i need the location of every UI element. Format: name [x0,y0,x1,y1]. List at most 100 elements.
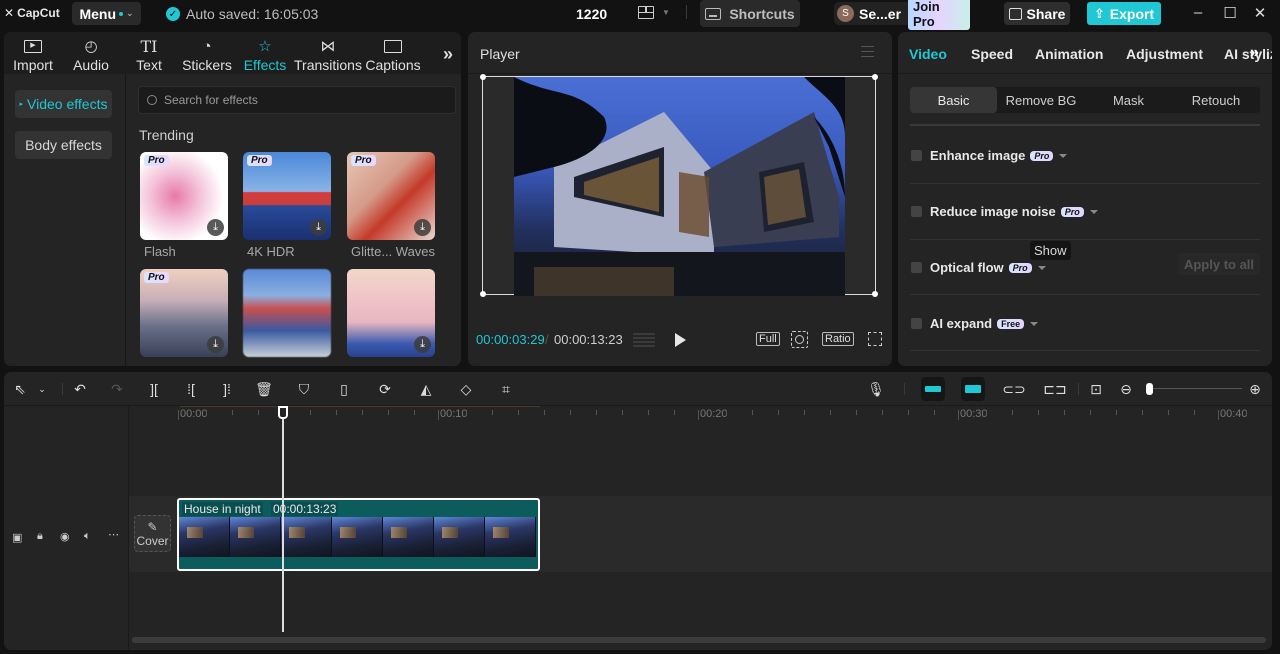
crop-icon[interactable]: ⌗ [498,381,514,397]
caret-down-icon[interactable] [1037,265,1046,270]
cover-button[interactable]: ✎ Cover [134,515,171,552]
tab-audio[interactable]: ◴ Audio [62,32,120,74]
category-body-effects[interactable]: Body effects [15,131,112,159]
minimize-button[interactable]: – [1188,4,1208,21]
tab-animation[interactable]: Animation [1035,46,1103,62]
delete-icon[interactable]: 🗑 [255,381,273,397]
track-video-icon[interactable]: ▣ [12,531,22,544]
zoom-focus-icon[interactable] [791,331,808,348]
mirror-icon[interactable]: ◭ [418,381,434,397]
download-icon[interactable]: ⤓ [414,336,431,353]
preview-axis-icon[interactable]: ⊏⊐ [1043,381,1066,397]
split-right-icon[interactable]: ]⁞ [219,381,235,397]
tab-effects[interactable]: ☆ Effects [236,32,294,74]
lock-icon[interactable]: 🔒︎ [37,530,43,543]
effect-thumb-diamond-zoom[interactable]: ⤓ [347,269,435,357]
tab-video[interactable]: Video [909,46,947,62]
download-icon[interactable]: ⤓ [414,219,431,236]
chevron-down-icon[interactable]: ⌄ [34,381,50,397]
menu-icon[interactable] [861,46,874,57]
resize-handle[interactable] [480,291,486,297]
effect-thumb-blur[interactable] [243,269,331,357]
video-clip[interactable]: House in night 00:00:13:23 [177,498,540,571]
select-tool-icon[interactable]: ⇖ [12,381,28,397]
playhead-handle[interactable] [278,406,288,419]
split-icon[interactable]: ][ [146,381,162,397]
zoom-out-icon[interactable]: ⊖ [1118,381,1134,397]
subtab-retouch[interactable]: Retouch [1172,87,1260,113]
resize-handle[interactable] [872,291,878,297]
share-button[interactable]: Share [1004,2,1070,25]
zoom-fit-icon[interactable]: ⊡ [1088,381,1104,397]
marker-icon[interactable]: ⛉ [296,381,312,397]
layout-button[interactable]: ▼ [638,5,687,19]
main-track-magnet-button[interactable] [921,377,945,401]
download-icon[interactable]: ⤓ [207,219,224,236]
shortcuts-button[interactable]: Shortcuts [700,0,800,27]
enhance-image-checkbox[interactable] [911,150,922,161]
split-left-icon[interactable]: ⁞[ [183,381,199,397]
optical-flow-checkbox[interactable] [911,262,922,273]
link-icon[interactable]: ⊂⊃ [1002,381,1025,397]
more-icon[interactable]: ⋯ [108,528,119,541]
ai-expand-checkbox[interactable] [911,318,922,329]
close-button[interactable]: ✕ [1250,4,1270,22]
more-tabs-icon[interactable]: » [1250,44,1259,62]
tab-import[interactable]: ▶ Import [4,32,62,74]
effect-thumb-glitter-waves[interactable]: Pro ⤓ [347,152,435,240]
speaker-icon[interactable]: 🔈︎ [84,530,91,543]
tab-text[interactable]: TI Text [120,32,178,74]
project-name[interactable]: 1220 [576,6,607,22]
tab-speed[interactable]: Speed [971,46,1013,62]
effect-thumb-4k-hdr[interactable]: Pro ⤓ [243,152,331,240]
download-icon[interactable]: ⤓ [207,336,224,353]
ratio-button[interactable]: Ratio [822,332,854,346]
user-account[interactable]: S Se...er Join Pro [834,0,970,30]
zoom-slider-handle[interactable] [1146,383,1153,395]
rotate-icon[interactable]: ◇ [458,381,474,397]
resize-handle[interactable] [480,74,486,80]
tab-ai-stylize[interactable]: AI stylize [1224,46,1272,62]
tab-transitions[interactable]: ⋈ Transitions [294,32,362,74]
maximize-button[interactable]: ☐ [1220,4,1240,22]
ruler-major-tick [1218,410,1219,420]
apply-to-all-button[interactable]: Apply to all [1178,253,1260,275]
fullscreen-icon[interactable] [868,332,882,346]
caret-down-icon[interactable] [1059,153,1068,158]
tab-captions[interactable]: Captions [362,32,424,74]
tab-stickers[interactable]: ◔ Stickers [178,32,236,74]
full-button[interactable]: Full [756,332,780,346]
zoom-in-icon[interactable]: ⊕ [1247,381,1263,397]
frame-grid-icon[interactable] [633,333,655,347]
video-canvas[interactable] [480,74,878,297]
search-input[interactable]: Search for effects [138,86,456,114]
play-button[interactable] [675,333,686,347]
category-video-effects[interactable]: ▸ Video effects [15,90,112,118]
join-pro-button[interactable]: Join Pro [908,0,970,30]
effect-thumb-flash[interactable]: Pro ⤓ [140,152,228,240]
menu-button[interactable]: Menu ⌄ [72,2,141,25]
playhead-line[interactable] [282,417,284,632]
caret-down-icon[interactable] [1089,209,1098,214]
export-button[interactable]: ⇪ Export [1087,2,1161,25]
zoom-slider-track[interactable] [1150,388,1242,389]
auto-snap-button[interactable] [961,377,985,401]
tab-adjustment[interactable]: Adjustment [1126,46,1203,62]
subtab-mask[interactable]: Mask [1085,87,1172,113]
horizontal-scrollbar[interactable] [132,637,1266,643]
freeze-frame-icon[interactable]: ▯ [336,381,352,397]
undo-icon[interactable]: ↶ [72,381,88,397]
caret-down-icon[interactable] [1030,321,1039,326]
more-tabs-icon[interactable]: » [443,44,453,65]
microphone-icon[interactable]: 🎙 [867,381,885,397]
subtab-basic[interactable]: Basic [910,87,997,113]
reverse-icon[interactable]: ⟳ [377,381,393,397]
subtab-remove-bg[interactable]: Remove BG [997,87,1085,113]
effect-thumb-horizontal-darken[interactable]: Pro ⤓ [140,269,228,357]
resize-handle[interactable] [872,74,878,80]
timeline-ruler[interactable]: 00:00 00:10 00:20 00:30 00:40 [4,406,1272,428]
reduce-noise-checkbox[interactable] [911,206,922,217]
download-icon[interactable]: ⤓ [310,219,327,236]
eye-icon[interactable]: ◉ [60,530,70,543]
redo-icon[interactable]: ↷ [109,381,125,397]
